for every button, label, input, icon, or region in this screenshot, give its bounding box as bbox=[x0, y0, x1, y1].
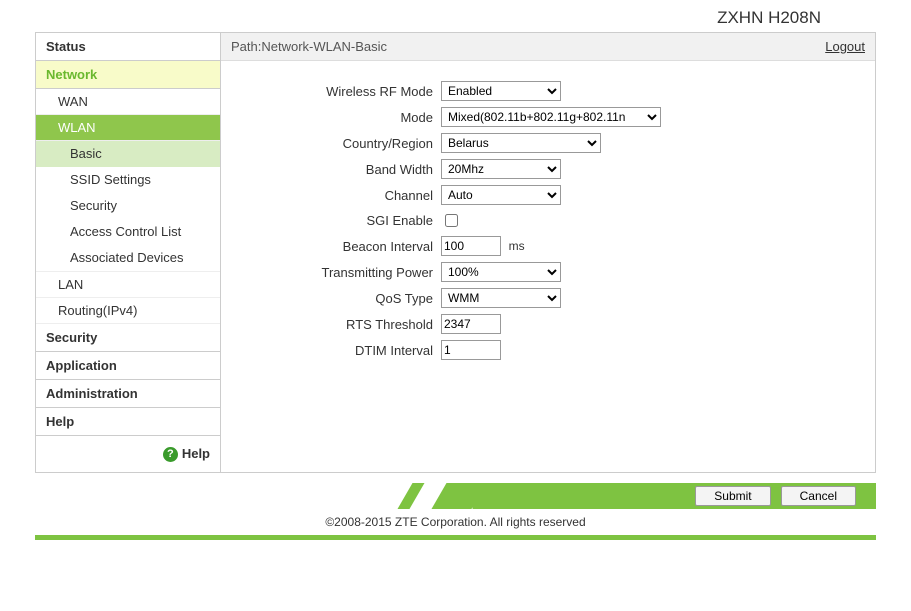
path-label: Path: bbox=[231, 39, 261, 54]
sidebar: Status Network WAN WLAN Basic SSID Setti… bbox=[36, 33, 221, 472]
sidebar-wlan-associated[interactable]: Associated Devices bbox=[36, 245, 220, 271]
label-mode: Mode bbox=[241, 110, 441, 125]
select-bandwidth[interactable]: 20Mhz bbox=[441, 159, 561, 179]
unit-beacon: ms bbox=[509, 239, 525, 253]
sidebar-item-status[interactable]: Status bbox=[36, 33, 220, 61]
path-bar: Path:Network-WLAN-Basic Logout bbox=[221, 33, 875, 61]
main-frame: Status Network WAN WLAN Basic SSID Setti… bbox=[35, 32, 876, 473]
cancel-button[interactable]: Cancel bbox=[781, 486, 856, 506]
select-country[interactable]: Belarus bbox=[441, 133, 601, 153]
help-link[interactable]: ? Help bbox=[36, 436, 220, 472]
label-rts: RTS Threshold bbox=[241, 317, 441, 332]
sidebar-sub-routing[interactable]: Routing(IPv4) bbox=[36, 298, 220, 324]
select-channel[interactable]: Auto bbox=[441, 185, 561, 205]
label-rf-mode: Wireless RF Mode bbox=[241, 84, 441, 99]
input-beacon[interactable] bbox=[441, 236, 501, 256]
content-area: Path:Network-WLAN-Basic Logout Wireless … bbox=[221, 33, 875, 472]
submit-button[interactable]: Submit bbox=[695, 486, 770, 506]
sidebar-item-security[interactable]: Security bbox=[36, 324, 220, 352]
form-area: Wireless RF Mode Enabled Mode Mixed(802.… bbox=[221, 61, 875, 376]
sidebar-wlan-ssid[interactable]: SSID Settings bbox=[36, 167, 220, 193]
select-txpower[interactable]: 100% bbox=[441, 262, 561, 282]
label-beacon: Beacon Interval bbox=[241, 239, 441, 254]
label-country: Country/Region bbox=[241, 136, 441, 151]
label-qos: QoS Type bbox=[241, 291, 441, 306]
help-icon: ? bbox=[163, 447, 178, 462]
sidebar-wlan-acl[interactable]: Access Control List bbox=[36, 219, 220, 245]
label-txpower: Transmitting Power bbox=[241, 265, 441, 280]
sidebar-wlan-basic[interactable]: Basic bbox=[36, 141, 220, 167]
sidebar-sub-wlan[interactable]: WLAN bbox=[36, 115, 220, 141]
select-rf-mode[interactable]: Enabled bbox=[441, 81, 561, 101]
footer: Submit Cancel ©2008-2015 ZTE Corporation… bbox=[35, 483, 876, 535]
help-label: Help bbox=[182, 446, 210, 461]
breadcrumb: Path:Network-WLAN-Basic bbox=[231, 39, 387, 54]
path-value: Network-WLAN-Basic bbox=[261, 39, 387, 54]
label-sgi: SGI Enable bbox=[241, 213, 441, 228]
select-qos[interactable]: WMM bbox=[441, 288, 561, 308]
sidebar-sub-lan[interactable]: LAN bbox=[36, 271, 220, 298]
action-bar: Submit Cancel bbox=[35, 483, 876, 509]
sidebar-wlan-security[interactable]: Security bbox=[36, 193, 220, 219]
label-channel: Channel bbox=[241, 188, 441, 203]
label-bandwidth: Band Width bbox=[241, 162, 441, 177]
select-mode[interactable]: Mixed(802.11b+802.11g+802.11n bbox=[441, 107, 661, 127]
sidebar-item-application[interactable]: Application bbox=[36, 352, 220, 380]
bottom-accent-bar bbox=[35, 535, 876, 540]
sidebar-sub-wan[interactable]: WAN bbox=[36, 89, 220, 115]
model-name: ZXHN H208N bbox=[0, 0, 911, 32]
sidebar-item-network[interactable]: Network bbox=[36, 61, 220, 89]
logout-link[interactable]: Logout bbox=[825, 39, 865, 54]
sidebar-item-help[interactable]: Help bbox=[36, 408, 220, 436]
input-rts[interactable] bbox=[441, 314, 501, 334]
label-dtim: DTIM Interval bbox=[241, 343, 441, 358]
sidebar-item-administration[interactable]: Administration bbox=[36, 380, 220, 408]
copyright: ©2008-2015 ZTE Corporation. All rights r… bbox=[35, 509, 876, 535]
checkbox-sgi[interactable] bbox=[445, 214, 458, 227]
input-dtim[interactable] bbox=[441, 340, 501, 360]
